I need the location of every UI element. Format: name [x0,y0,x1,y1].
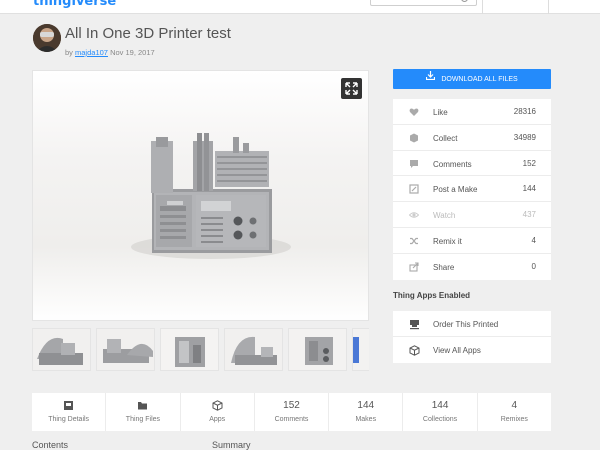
tab-label: Remixes [500,416,528,423]
collect-icon [410,133,418,143]
top-bar: thingiverse [0,0,600,14]
stat-label: Comments [433,159,472,169]
thing-tabs: Thing Details Thing Files Apps 152 Comme… [32,393,551,431]
stat-label: Like [433,108,448,117]
stat-share[interactable]: Share 0 [393,254,551,280]
thumbnail-2[interactable] [96,328,155,371]
folder-icon [138,401,148,409]
tab-thing-details[interactable]: Thing Details [32,393,107,431]
download-label: DOWNLOAD ALL FILES [441,75,518,83]
author-link[interactable]: majda107 [75,48,108,57]
cube-icon [212,399,223,411]
tab-label: Collections [422,416,458,423]
main-photo [33,71,368,320]
stat-watch[interactable]: Watch 437 [393,202,551,228]
thumbnail-4[interactable] [224,328,283,371]
summary-heading: Summary [212,440,251,450]
order-this-printed-link[interactable]: Order This Printed [393,311,551,337]
stat-collect[interactable]: Collect 34989 [393,125,551,151]
tab-label: Makes [355,416,377,423]
tab-label: Thing Files [125,416,161,423]
stat-label: Share [433,262,455,272]
comment-icon [410,159,418,168]
tab-count: 144 [357,399,375,411]
eye-icon [409,212,419,218]
page-title: All In One 3D Printer test [65,25,231,42]
heart-icon [409,108,419,116]
stat-label: Remix it [433,236,462,246]
tab-thing-files[interactable]: Thing Files [106,393,181,431]
tab-label: Apps [209,416,226,423]
download-icon [426,69,436,89]
search-input[interactable] [370,0,477,6]
tab-comments[interactable]: 152 Comments [255,393,330,431]
thumbnail-strip [32,328,369,371]
stat-label: Collect [433,133,458,143]
tab-apps[interactable]: Apps [181,393,255,431]
thing-apps-heading: Thing Apps Enabled [393,291,471,300]
stat-label: Post a Make [433,185,478,195]
divider [482,0,483,14]
stat-value: 28316 [513,107,536,116]
divider [548,0,549,14]
cube-icon [409,345,420,356]
remix-icon [410,237,418,245]
thumbnail-5[interactable] [288,328,347,371]
thumbnail-6[interactable] [352,328,369,371]
stat-value: 144 [522,184,536,194]
thumbnail-1[interactable] [32,328,91,371]
tab-remixes[interactable]: 4 Remixes [478,393,551,431]
tab-collections[interactable]: 144 Collections [403,393,478,431]
stat-post-a-make[interactable]: Post a Make 144 [393,176,551,203]
stat-value: 152 [522,158,536,168]
app-label: View All Apps [433,346,481,355]
stat-comments[interactable]: Comments 152 [393,151,551,177]
share-icon [409,262,419,272]
stat-like[interactable]: Like 28316 [393,99,551,125]
stat-value: 4 [531,235,536,245]
stat-remix-it[interactable]: Remix it 4 [393,228,551,254]
byline-prefix: by [65,48,73,57]
printer-icon [410,320,419,330]
byline: by majda107 Nov 19, 2017 [65,48,155,57]
contents-heading: Contents [32,440,69,450]
main-image-viewer[interactable] [32,70,369,321]
thumbnail-3[interactable] [160,328,219,371]
tab-label: Thing Details [48,416,90,423]
post-date: Nov 19, 2017 [110,48,155,57]
thing-apps-list: Order This Printed View All Apps [393,311,551,363]
tab-count: 4 [511,399,518,411]
app-label: Order This Printed [433,320,499,329]
details-icon [64,400,74,410]
tab-count: 152 [283,399,300,411]
stat-value: 34989 [513,132,536,142]
tab-label: Comments [274,416,309,423]
stat-value: 437 [522,210,536,220]
expand-icon[interactable] [341,78,362,99]
stat-value: 0 [531,261,536,271]
tab-makes[interactable]: 144 Makes [329,393,404,431]
avatar[interactable] [33,24,61,52]
stat-label: Watch [433,211,456,221]
site-logo[interactable]: thingiverse [33,0,116,9]
post-make-icon [409,184,419,194]
view-all-apps-link[interactable]: View All Apps [393,337,551,363]
download-all-files-button[interactable]: DOWNLOAD ALL FILES [393,69,551,89]
search-icon [461,0,468,2]
stats-list: Like 28316 Collect 34989 Comments 152 Po… [393,99,551,280]
tab-count: 144 [431,399,449,411]
